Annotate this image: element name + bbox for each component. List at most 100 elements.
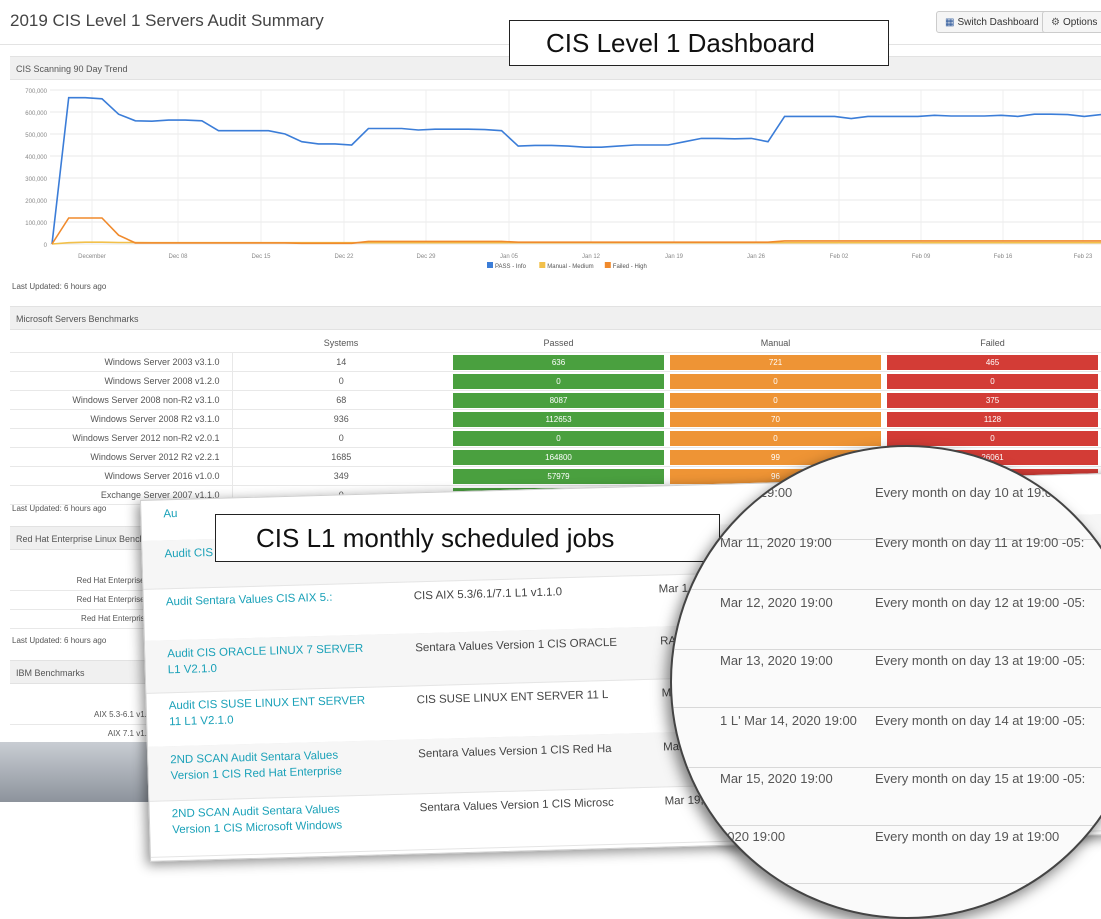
passed-value: 164800 [453, 449, 664, 465]
magnified-job-row: Mar 11, 2020 19:00 Every month on day 11 … [672, 527, 1101, 590]
job-name-link[interactable]: Audit CIS SUSE LINUX ENT SERVER 11 L1 V2… [169, 693, 370, 731]
manual-cell[interactable]: 0 [667, 428, 884, 448]
passed-cell[interactable]: 57979 [450, 466, 667, 486]
failed-cell[interactable]: 1128 [884, 409, 1101, 429]
next-run-date: Mar 11, 2020 19:00 [720, 535, 832, 550]
dashboard-callout: CIS Level 1 Dashboard [509, 20, 889, 66]
ibm-row: AIX 5.3-6.1 v1.1.0 [10, 706, 158, 725]
page-title: 2019 CIS Level 1 Servers Audit Summary [10, 11, 324, 30]
benchmark-name: Windows Server 2008 R2 v3.1.0 [10, 409, 233, 429]
failed-cell[interactable]: 375 [884, 390, 1101, 410]
manual-value: 721 [670, 354, 881, 370]
table-row: Windows Server 2003 v3.1.0 14 636 721 465 [10, 352, 1101, 372]
passed-cell[interactable]: 0 [450, 428, 667, 448]
job-name-link[interactable]: 2ND SCAN Audit Sentara Values Version 1 … [172, 801, 373, 839]
x-tick-label: Dec 29 [416, 254, 436, 260]
header-passed: Passed [450, 334, 667, 353]
magnified-job-row: Mar 13, 2020 19:00 Every month on day 13 … [672, 645, 1101, 708]
failed-cell[interactable]: 0 [884, 371, 1101, 391]
benchmark-name: Windows Server 2016 v1.0.0 [10, 466, 233, 486]
passed-value: 8087 [453, 392, 664, 408]
job-frequency: Every month on day 10 at 19:00 [875, 485, 1060, 500]
manual-cell[interactable]: 70 [667, 409, 884, 429]
y-tick-label: 400,000 [25, 155, 47, 161]
x-tick-label: Feb 09 [912, 254, 931, 260]
job-description: CIS AIX 5.3/6.1/7.1 L1 v1.1.0 [413, 586, 563, 603]
job-name-link[interactable]: Audit Sentara Values CIS AIX 5.: [166, 589, 366, 611]
failed-value: 465 [887, 354, 1098, 370]
manual-value: 70 [670, 411, 881, 427]
manual-cell[interactable]: 0 [667, 390, 884, 410]
job-frequency: Every month on day 12 at 19:00 -05: [875, 595, 1086, 610]
passed-cell[interactable]: 0 [450, 371, 667, 391]
benchmark-name: Windows Server 2012 non-R2 v2.0.1 [10, 428, 233, 448]
next-run-date: 1 L' Mar 14, 2020 19:00 [720, 713, 857, 728]
header-systems: Systems [232, 334, 450, 353]
systems-cell: 0 [232, 371, 450, 391]
magnified-job-row: Mar 12, 2020 19:00 Every month on day 12 … [672, 587, 1101, 650]
passed-value: 112653 [453, 411, 664, 427]
passed-value: 636 [453, 354, 664, 370]
table-row: Windows Server 2008 R2 v3.1.0 936 112653 70… [10, 409, 1101, 429]
job-description: Sentara Values Version 1 CIS Microsc [419, 796, 614, 815]
systems-cell: 14 [232, 352, 450, 372]
next-run-date: Mar 15, 2020 19:00 [720, 771, 833, 786]
systems-cell: 349 [232, 466, 450, 486]
passed-cell[interactable]: 8087 [450, 390, 667, 410]
job-description: Sentara Values Version 1 CIS Red Ha [418, 742, 612, 761]
passed-cell[interactable]: 112653 [450, 409, 667, 429]
systems-cell: 68 [232, 390, 450, 410]
job-description [411, 496, 651, 503]
trend-last-updated: Last Updated: 6 hours ago [12, 282, 107, 291]
x-tick-label: Feb 16 [994, 254, 1013, 260]
x-tick-label: Jan 19 [665, 254, 684, 260]
passed-value: 57979 [453, 468, 664, 484]
failed-cell[interactable]: 465 [884, 352, 1101, 372]
legend-label: Manual - Medium [547, 264, 593, 270]
manual-value: 0 [670, 392, 881, 408]
switch-dashboard-label: Switch Dashboard [957, 17, 1039, 28]
manual-value: 0 [670, 373, 881, 389]
benchmark-name: Windows Server 2012 R2 v2.2.1 [10, 447, 233, 467]
job-name-link[interactable]: Audit CIS ORACLE LINUX 7 SERVER L1 V2.1.… [167, 641, 368, 679]
x-tick-label: Feb 23 [1074, 254, 1093, 260]
failed-value: 1128 [887, 411, 1098, 427]
systems-cell: 936 [232, 409, 450, 429]
x-tick-label: Dec 22 [334, 254, 354, 260]
y-tick-label: 100,000 [25, 221, 47, 227]
job-frequency: Every month on day 14 at 19:00 -05: [875, 713, 1086, 728]
legend-label: Failed - High [613, 264, 647, 270]
y-tick-label: 600,000 [25, 111, 47, 117]
y-tick-label: 300,000 [25, 177, 47, 183]
header-name [10, 334, 232, 353]
job-description: CIS SUSE LINUX ENT SERVER 11 L [416, 689, 609, 707]
next-run-date: Mar 13, 2020 19:00 [720, 653, 833, 668]
switch-dashboard-button[interactable]: ▦Switch Dashboard▼ [936, 11, 1060, 33]
legend-swatch [487, 262, 493, 268]
trend-chart: 700,000 600,000 500,000 400,000 300,000 200,0… [25, 89, 1101, 270]
header-failed: Failed [884, 334, 1101, 353]
job-frequency: Every month on day 11 at 19:00 -05: [875, 535, 1085, 550]
y-tick-label: 700,000 [25, 89, 47, 95]
header-manual: Manual [667, 334, 884, 353]
passed-value: 0 [453, 430, 664, 446]
next-run-date: Mar 12, 2020 19:00 [720, 595, 833, 610]
failed-value: 375 [887, 392, 1098, 408]
table-row: Windows Server 2008 non-R2 v3.1.0 68 8087 0… [10, 390, 1101, 410]
manual-cell[interactable]: 0 [667, 371, 884, 391]
passed-cell[interactable]: 164800 [450, 447, 667, 467]
job-name-link[interactable]: 2ND SCAN Audit Sentara Values Version 1 … [170, 747, 371, 785]
systems-cell: 0 [232, 428, 450, 448]
options-button[interactable]: ⚙Options▼ [1042, 11, 1101, 33]
magnified-job-row: Mar 15, 2020 19:00 Every month on day 15 … [672, 763, 1101, 826]
manual-cell[interactable]: 721 [667, 352, 884, 372]
benchmark-name: Windows Server 2008 non-R2 v3.1.0 [10, 390, 233, 410]
job-frequency: Every month on day 13 at 19:00 -05: [875, 653, 1086, 668]
passed-cell[interactable]: 636 [450, 352, 667, 372]
ibm-row: AIX 7.1 v1.1.0 [107, 729, 158, 738]
passed-value: 0 [453, 373, 664, 389]
y-tick-label: 200,000 [25, 199, 47, 205]
table-row: Windows Server 2008 v1.2.0 0 0 0 0 [10, 371, 1101, 391]
next-run-date: , 2020 19:00 [720, 485, 793, 500]
options-label: Options [1062, 17, 1098, 28]
